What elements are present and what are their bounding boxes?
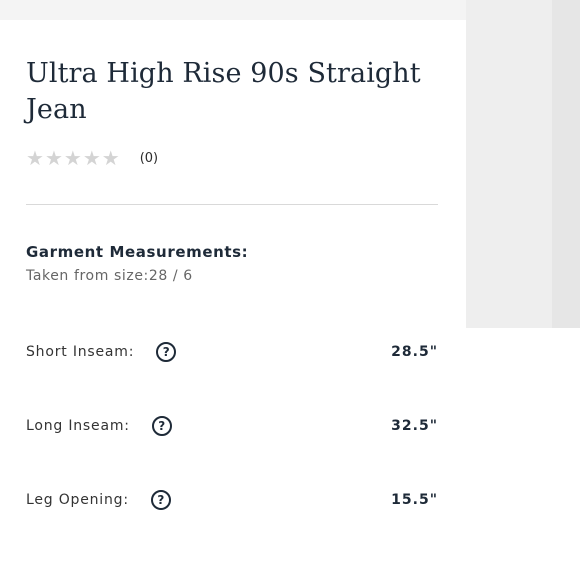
help-icon[interactable]: ? — [150, 490, 171, 510]
star-icon: ★ — [101, 146, 120, 170]
product-rating[interactable]: ★ ★ ★ ★ ★ (0) — [26, 148, 158, 168]
review-count[interactable]: (0) — [140, 151, 158, 166]
star-icon: ★ — [63, 146, 82, 170]
star-rating: ★ ★ ★ ★ ★ — [26, 148, 120, 168]
star-icon: ★ — [44, 146, 63, 170]
adjacent-panel-lower — [466, 328, 580, 580]
star-icon: ★ — [26, 146, 44, 170]
measurement-row-long-inseam: Long Inseam: ? 32.5" — [26, 413, 438, 439]
measurement-value: 32.5" — [391, 418, 438, 434]
divider — [26, 204, 438, 205]
measurements-heading: Garment Measurements: — [26, 243, 249, 261]
measurement-label: Leg Opening: — [26, 492, 129, 508]
star-icon: ★ — [82, 146, 101, 170]
measurement-row-short-inseam: Short Inseam: ? 28.5" — [26, 339, 438, 365]
product-title: Ultra High Rise 90s Straight Jean — [26, 58, 421, 125]
measurements-size-note: Taken from size:28 / 6 — [26, 268, 193, 284]
measurement-row-leg-opening: Leg Opening: ? 15.5" — [26, 487, 438, 513]
measurement-label: Long Inseam: — [26, 418, 130, 434]
measurement-value: 15.5" — [391, 492, 438, 508]
help-icon[interactable]: ? — [151, 416, 172, 436]
measurement-value: 28.5" — [391, 344, 438, 360]
measurement-label: Short Inseam: — [26, 344, 135, 360]
help-icon[interactable]: ? — [156, 342, 177, 362]
scrollbar-track[interactable] — [552, 0, 580, 328]
